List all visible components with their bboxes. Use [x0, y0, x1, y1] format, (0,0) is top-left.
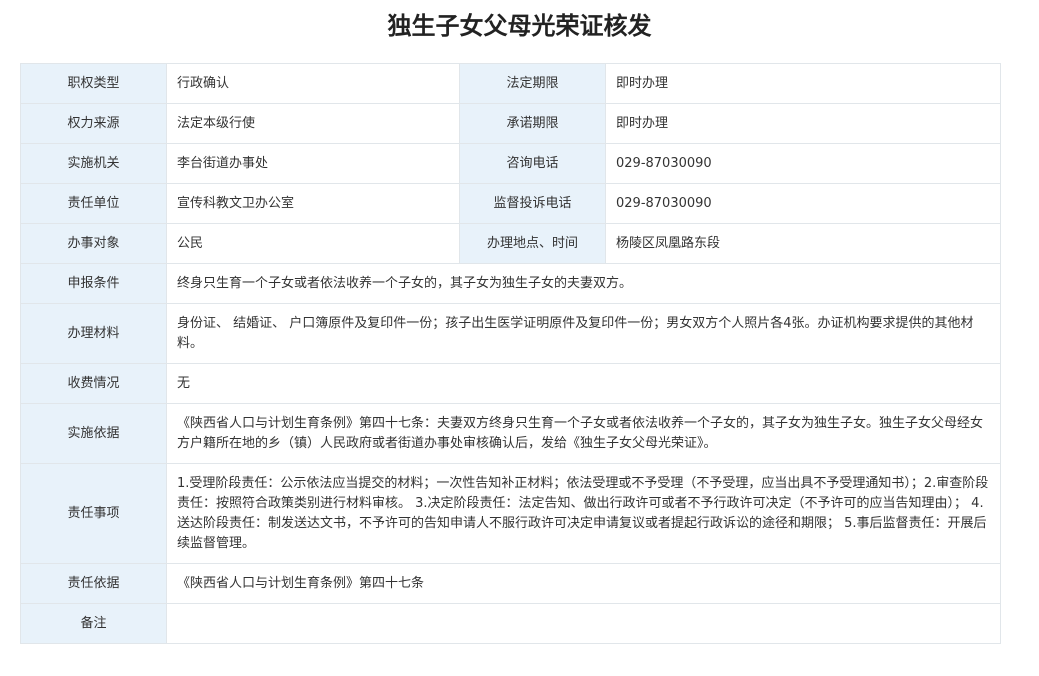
row-label: 办理材料 [20, 303, 167, 364]
table-row: 办事对象 公民 办理地点、时间 杨陵区凤凰路东段 [20, 223, 1001, 264]
row-label: 咨询电话 [459, 143, 606, 184]
row-value: 宣传科教文卫办公室 [166, 183, 460, 224]
row-value: 即时办理 [605, 103, 1001, 144]
table-row: 实施机关 李台街道办事处 咨询电话 029-87030090 [20, 143, 1001, 184]
row-value: 杨陵区凤凰路东段 [605, 223, 1001, 264]
row-value: 公民 [166, 223, 460, 264]
row-value: 《陕西省人口与计划生育条例》第四十七条 [166, 563, 1001, 604]
row-value: 法定本级行使 [166, 103, 460, 144]
row-label: 实施依据 [20, 403, 167, 464]
table-row: 责任单位 宣传科教文卫办公室 监督投诉电话 029-87030090 [20, 183, 1001, 224]
row-value: 029-87030090 [605, 143, 1001, 184]
table-row: 备注 [20, 603, 1001, 644]
table-row: 收费情况 无 [20, 363, 1001, 404]
row-label: 实施机关 [20, 143, 167, 184]
table-row: 职权类型 行政确认 法定期限 即时办理 [20, 63, 1001, 104]
table-row: 权力来源 法定本级行使 承诺期限 即时办理 [20, 103, 1001, 144]
row-label: 权力来源 [20, 103, 167, 144]
row-value: 029-87030090 [605, 183, 1001, 224]
row-label: 法定期限 [459, 63, 606, 104]
row-label: 职权类型 [20, 63, 167, 104]
info-table: 职权类型 行政确认 法定期限 即时办理 权力来源 法定本级行使 承诺期限 即时办… [20, 63, 1001, 644]
row-value [166, 603, 1001, 644]
row-value: 身份证、 结婚证、 户口簿原件及复印件一份；孩子出生医学证明原件及复印件一份；男… [166, 303, 1001, 364]
table-row: 实施依据 《陕西省人口与计划生育条例》第四十七条：夫妻双方终身只生育一个子女或者… [20, 403, 1001, 464]
row-value: 1.受理阶段责任：公示依法应当提交的材料；一次性告知补正材料；依法受理或不予受理… [166, 463, 1001, 564]
row-label: 责任单位 [20, 183, 167, 224]
table-row: 责任依据 《陕西省人口与计划生育条例》第四十七条 [20, 563, 1001, 604]
row-value: 无 [166, 363, 1001, 404]
table-row: 责任事项 1.受理阶段责任：公示依法应当提交的材料；一次性告知补正材料；依法受理… [20, 463, 1001, 564]
row-label: 申报条件 [20, 263, 167, 304]
row-value: 《陕西省人口与计划生育条例》第四十七条：夫妻双方终身只生育一个子女或者依法收养一… [166, 403, 1001, 464]
page-title: 独生子女父母光荣证核发 [387, 12, 652, 40]
row-label: 监督投诉电话 [459, 183, 606, 224]
row-value: 行政确认 [166, 63, 460, 104]
row-label: 办理地点、时间 [459, 223, 606, 264]
row-value: 终身只生育一个子女或者依法收养一个子女的，其子女为独生子女的夫妻双方。 [166, 263, 1001, 304]
row-label: 办事对象 [20, 223, 167, 264]
table-row: 申报条件 终身只生育一个子女或者依法收养一个子女的，其子女为独生子女的夫妻双方。 [20, 263, 1001, 304]
row-label: 备注 [20, 603, 167, 644]
row-label: 责任依据 [20, 563, 167, 604]
row-label: 承诺期限 [459, 103, 606, 144]
row-label: 责任事项 [20, 463, 167, 564]
table-row: 办理材料 身份证、 结婚证、 户口簿原件及复印件一份；孩子出生医学证明原件及复印… [20, 303, 1001, 364]
row-value: 李台街道办事处 [166, 143, 460, 184]
row-value: 即时办理 [605, 63, 1001, 104]
row-label: 收费情况 [20, 363, 167, 404]
